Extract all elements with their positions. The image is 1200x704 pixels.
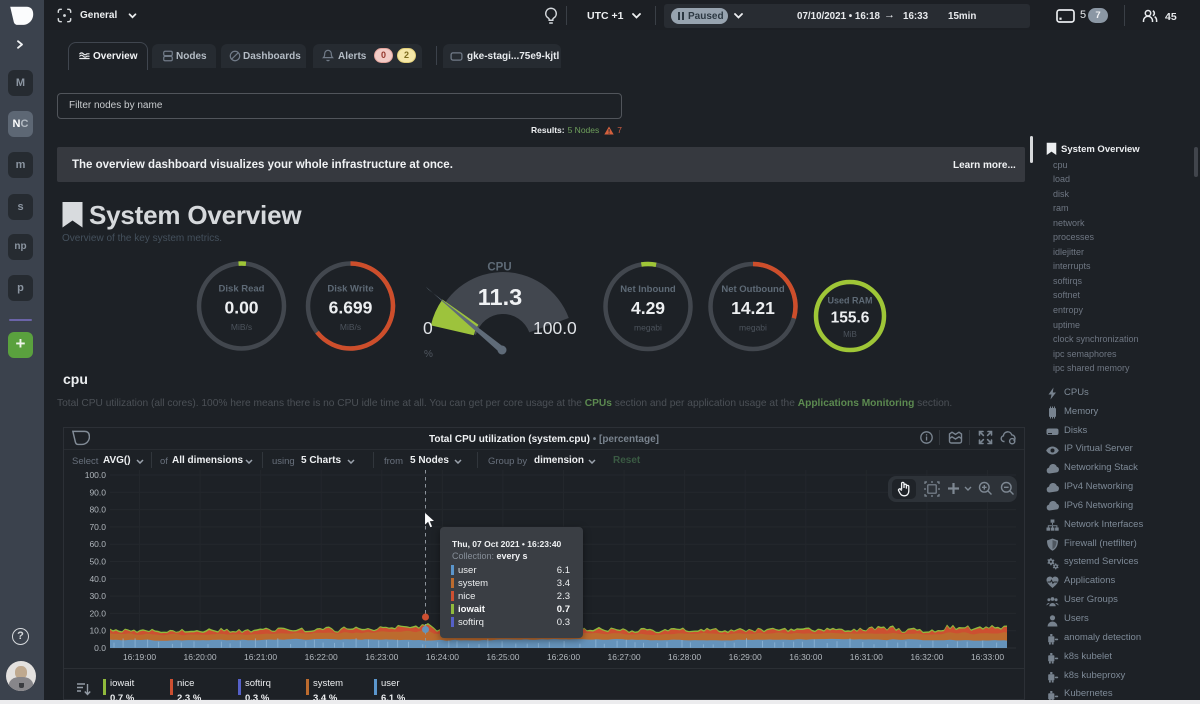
- svg-text:%: %: [424, 349, 433, 360]
- svg-text:11.3: 11.3: [478, 284, 522, 310]
- svg-text:16:20:00: 16:20:00: [184, 652, 217, 662]
- svg-text:Disk Write: Disk Write: [327, 284, 373, 295]
- svg-text:155.6: 155.6: [831, 310, 870, 327]
- svg-text:100.0: 100.0: [533, 318, 577, 338]
- svg-text:16:19:00: 16:19:00: [123, 652, 156, 662]
- svg-text:16:32:00: 16:32:00: [910, 652, 943, 662]
- svg-text:14.21: 14.21: [731, 298, 775, 318]
- svg-text:16:28:00: 16:28:00: [668, 652, 701, 662]
- svg-text:90.0: 90.0: [89, 487, 106, 497]
- svg-text:50.0: 50.0: [89, 557, 106, 567]
- svg-text:16:22:00: 16:22:00: [305, 652, 338, 662]
- svg-text:megabi: megabi: [739, 323, 767, 333]
- svg-text:Used RAM: Used RAM: [827, 296, 872, 306]
- svg-text:16:31:00: 16:31:00: [850, 652, 883, 662]
- svg-text:MiB/s: MiB/s: [231, 322, 252, 332]
- svg-text:16:27:00: 16:27:00: [608, 652, 641, 662]
- svg-text:Net Inbound: Net Inbound: [620, 284, 676, 295]
- svg-text:16:23:00: 16:23:00: [365, 652, 398, 662]
- svg-text:16:29:00: 16:29:00: [729, 652, 762, 662]
- svg-text:16:21:00: 16:21:00: [244, 652, 277, 662]
- svg-text:100.0: 100.0: [85, 470, 107, 480]
- svg-text:80.0: 80.0: [89, 505, 106, 515]
- svg-text:70.0: 70.0: [89, 522, 106, 532]
- svg-text:16:25:00: 16:25:00: [486, 652, 519, 662]
- svg-text:megabi: megabi: [634, 323, 662, 333]
- svg-text:Net Outbound: Net Outbound: [721, 284, 785, 295]
- svg-text:Disk Read: Disk Read: [219, 284, 265, 295]
- svg-text:4.29: 4.29: [631, 298, 665, 318]
- svg-text:30.0: 30.0: [89, 591, 106, 601]
- svg-text:60.0: 60.0: [89, 539, 106, 549]
- svg-text:6.699: 6.699: [329, 298, 373, 318]
- svg-text:16:26:00: 16:26:00: [547, 652, 580, 662]
- svg-text:0.00: 0.00: [224, 298, 258, 318]
- svg-text:0.0: 0.0: [94, 643, 106, 653]
- svg-text:16:30:00: 16:30:00: [789, 652, 822, 662]
- svg-text:16:24:00: 16:24:00: [426, 652, 459, 662]
- svg-text:40.0: 40.0: [89, 574, 106, 584]
- svg-text:10.0: 10.0: [89, 626, 106, 636]
- svg-text:0: 0: [423, 318, 433, 338]
- svg-text:20.0: 20.0: [89, 608, 106, 618]
- svg-text:MiB: MiB: [843, 330, 857, 339]
- svg-text:MiB/s: MiB/s: [340, 322, 361, 332]
- svg-text:CPU: CPU: [487, 262, 511, 274]
- svg-text:16:33:00: 16:33:00: [971, 652, 1004, 662]
